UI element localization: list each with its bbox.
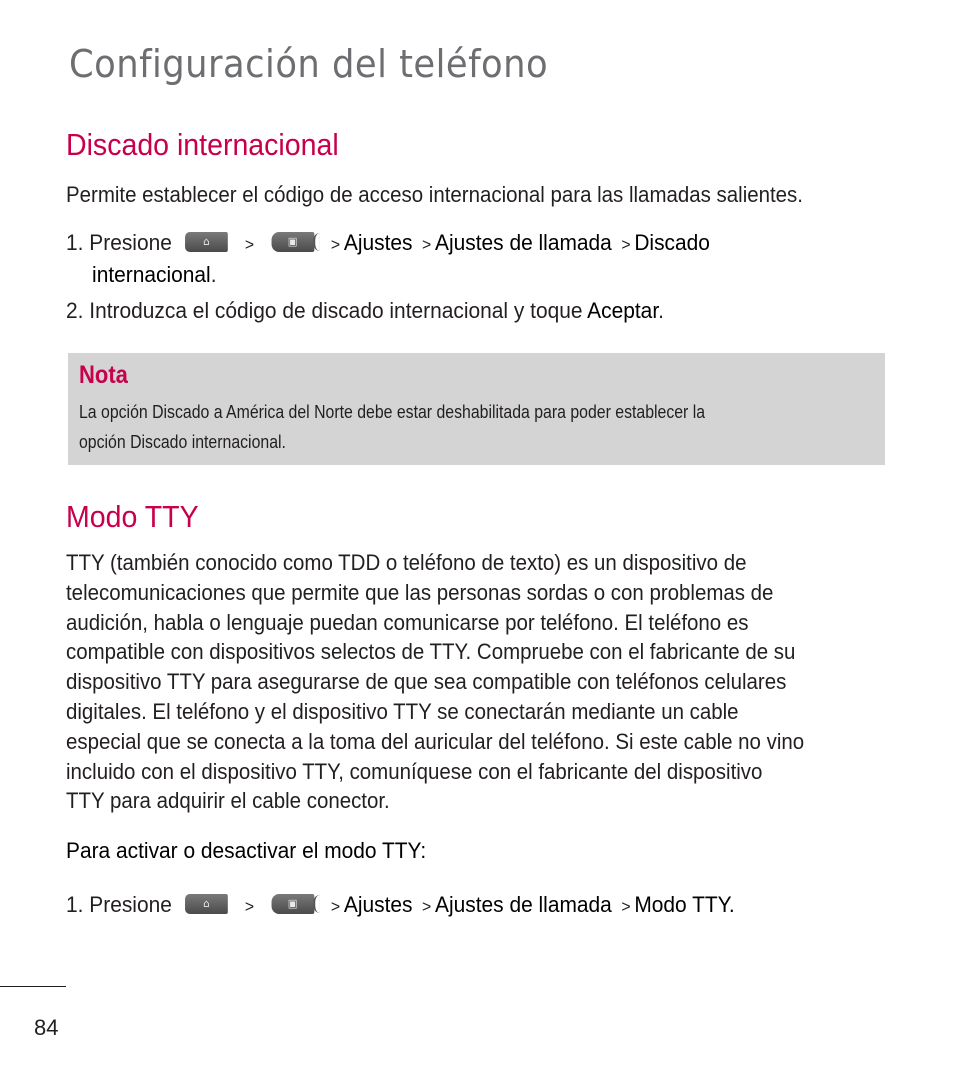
accept-action: Aceptar bbox=[587, 298, 659, 323]
section-heading-international-dialing: Discado internacional bbox=[66, 127, 339, 162]
note-box: Nota La opción Discado a América del Nor… bbox=[68, 353, 885, 465]
paragraph-line: especial que se conecta a la toma del au… bbox=[66, 728, 805, 754]
international-step-1: 1. Presione ⌂ > ▣ > Ajustes > Ajustes de l… bbox=[66, 228, 710, 290]
page-title: Configuración del teléfono bbox=[69, 42, 549, 86]
tty-paragraph: TTY (también conocido como TDD o teléfon… bbox=[66, 548, 804, 816]
separator: > bbox=[244, 235, 255, 254]
tty-step-1: 1. Presione ⌂ > ▣ > Ajustes > Ajustes de l… bbox=[66, 890, 735, 922]
separator: > bbox=[330, 235, 341, 254]
step-text: Introduzca el código de discado internac… bbox=[89, 298, 583, 323]
section-heading-tty-mode: Modo TTY bbox=[66, 499, 199, 534]
menu-key-button: ▣ bbox=[271, 232, 315, 253]
separator: > bbox=[422, 235, 432, 254]
international-dialing-intro: Permite establecer el código de acceso i… bbox=[66, 182, 803, 207]
separator: > bbox=[621, 897, 631, 916]
path-internacional: internacional bbox=[92, 262, 211, 287]
period: . bbox=[658, 298, 664, 323]
path-discado: Discado bbox=[634, 230, 710, 255]
note-line: opción Discado internacional. bbox=[79, 432, 286, 452]
paragraph-line: digitales. El teléfono y el dispositivo … bbox=[66, 698, 739, 724]
step-press-label: Presione bbox=[89, 230, 172, 255]
home-key-button: ⌂ bbox=[185, 232, 228, 253]
paragraph-line: audición, habla o lenguaje puedan comuni… bbox=[66, 609, 749, 635]
paragraph-line: telecomunicaciones que permite que las p… bbox=[66, 579, 774, 605]
step-number: 1. bbox=[66, 230, 84, 255]
home-key-button: ⌂ bbox=[185, 894, 228, 915]
paragraph-line: TTY (también conocido como TDD o teléfon… bbox=[66, 550, 747, 575]
period: . bbox=[210, 262, 217, 287]
separator: > bbox=[621, 235, 631, 254]
path-ajustes: Ajustes bbox=[343, 892, 413, 917]
separator: > bbox=[330, 897, 341, 916]
separator: > bbox=[422, 897, 432, 916]
paragraph-line: dispositivo TTY para asegurarse de que s… bbox=[66, 669, 787, 695]
path-ajustes-de-llamada: Ajustes de llamada bbox=[435, 892, 612, 917]
tty-subheading: Para activar o desactivar el modo TTY: bbox=[66, 838, 427, 863]
note-line: La opción Discado a América del Norte de… bbox=[79, 402, 706, 422]
step-press-label: Presione bbox=[89, 892, 172, 917]
footer-rule bbox=[0, 986, 66, 987]
home-icon: ⌂ bbox=[203, 235, 210, 249]
paragraph-line: TTY para adquirir el cable conector. bbox=[66, 788, 390, 814]
path-ajustes-de-llamada: Ajustes de llamada bbox=[435, 230, 612, 255]
step-number: 2. bbox=[66, 298, 84, 323]
paragraph-line: incluido con el dispositivo TTY, comuníq… bbox=[66, 758, 763, 784]
home-icon: ⌂ bbox=[203, 897, 210, 911]
international-step-2: 2. Introduzca el código de discado inter… bbox=[66, 296, 664, 326]
page-number: 84 bbox=[34, 1015, 59, 1040]
path-ajustes: Ajustes bbox=[343, 230, 413, 255]
separator: > bbox=[244, 897, 255, 916]
note-title: Nota bbox=[79, 361, 128, 389]
paragraph-line: compatible con dispositivos selectos de … bbox=[66, 639, 796, 665]
note-text: La opción Discado a América del Norte de… bbox=[79, 397, 853, 457]
menu-icon: ▣ bbox=[287, 897, 298, 911]
menu-icon: ▣ bbox=[287, 235, 298, 249]
path-modo-tty: Modo TTY. bbox=[634, 892, 735, 917]
menu-key-button: ▣ bbox=[271, 894, 315, 915]
step-number: 1. bbox=[66, 892, 84, 917]
